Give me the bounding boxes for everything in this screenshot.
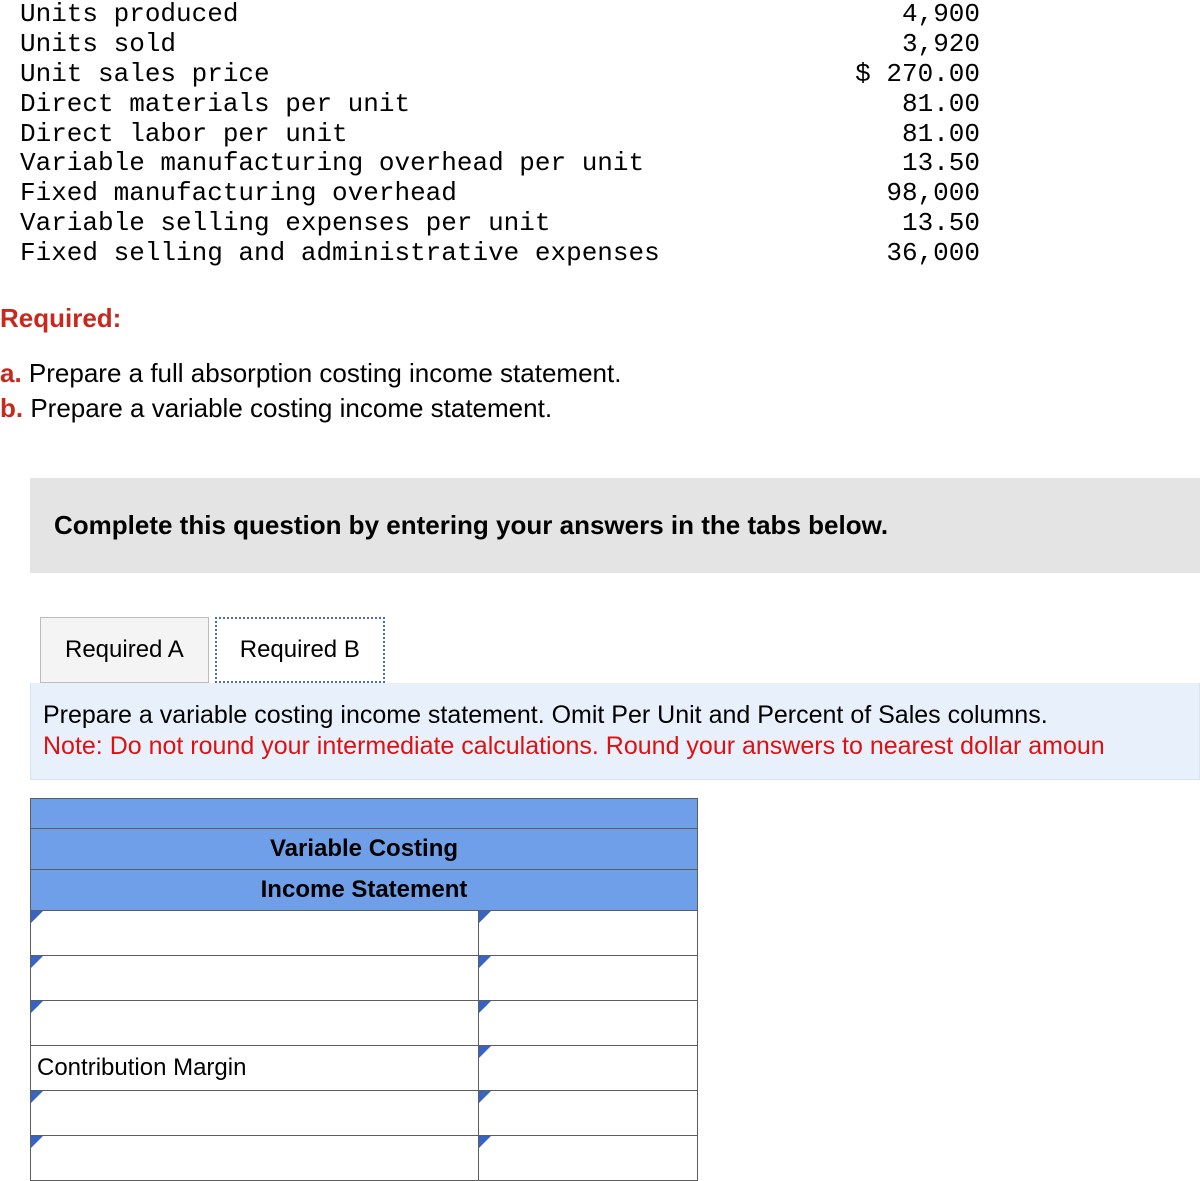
line-item-amount[interactable] — [479, 1091, 698, 1136]
requirement-a-lead: a. — [0, 358, 22, 388]
tabs-bar: Required A Required B — [30, 617, 1200, 683]
data-row: Unit sales price$ 270.00 — [0, 60, 1200, 90]
data-label: Direct labor per unit — [0, 120, 750, 150]
dropdown-icon — [479, 1046, 491, 1058]
data-row: Variable manufacturing overhead per unit… — [0, 149, 1200, 179]
data-row: Units sold3,920 — [0, 30, 1200, 60]
data-row: Fixed manufacturing overhead98,000 — [0, 179, 1200, 209]
dropdown-icon — [31, 1091, 43, 1103]
data-value: 13.50 — [750, 149, 980, 179]
requirement-a: a. Prepare a full absorption costing inc… — [0, 356, 1200, 391]
data-value: 81.00 — [750, 90, 980, 120]
tab-panel-instructions: Prepare a variable costing income statem… — [30, 683, 1200, 780]
requirement-b-lead: b. — [0, 393, 23, 423]
data-label: Variable selling expenses per unit — [0, 209, 750, 239]
data-value: 36,000 — [750, 239, 980, 269]
data-label: Units produced — [0, 0, 750, 30]
tabs-instruction: Complete this question by entering your … — [30, 478, 1200, 573]
data-value: 13.50 — [750, 209, 980, 239]
dropdown-icon — [479, 1001, 491, 1013]
required-heading: Required: — [0, 303, 1200, 334]
line-item-select[interactable] — [31, 1091, 479, 1136]
data-row: Variable selling expenses per unit13.50 — [0, 209, 1200, 239]
line-item-amount[interactable] — [479, 911, 698, 956]
tab-required-a[interactable]: Required A — [40, 617, 209, 683]
line-item-amount[interactable] — [479, 956, 698, 1001]
sheet-title-1: Variable Costing — [31, 829, 698, 870]
line-item-amount[interactable] — [479, 1001, 698, 1046]
sheet-header-bar — [31, 799, 698, 829]
requirement-b-text: Prepare a variable costing income statem… — [23, 393, 552, 423]
data-label: Fixed selling and administrative expense… — [0, 239, 750, 269]
sheet-title-2: Income Statement — [31, 870, 698, 911]
contribution-margin-amount[interactable] — [479, 1046, 698, 1091]
dropdown-icon — [31, 956, 43, 968]
line-item-select[interactable] — [31, 911, 479, 956]
data-value: 98,000 — [750, 179, 980, 209]
data-value: 81.00 — [750, 120, 980, 150]
data-label: Direct materials per unit — [0, 90, 750, 120]
data-row: Direct materials per unit81.00 — [0, 90, 1200, 120]
tab-required-b[interactable]: Required B — [215, 617, 385, 683]
dropdown-icon — [479, 956, 491, 968]
data-value: 4,900 — [750, 0, 980, 30]
answer-sheet: Variable Costing Income Statement Contri… — [30, 798, 698, 1181]
data-label: Fixed manufacturing overhead — [0, 179, 750, 209]
line-item-select[interactable] — [31, 1136, 479, 1181]
data-label: Unit sales price — [0, 60, 750, 90]
dropdown-icon — [479, 1136, 491, 1148]
dropdown-icon — [479, 1091, 491, 1103]
data-value: 3,920 — [750, 30, 980, 60]
tab-panel-note: Note: Do not round your intermediate cal… — [43, 732, 1187, 761]
dropdown-icon — [31, 1001, 43, 1013]
data-value: $ 270.00 — [750, 60, 980, 90]
data-row: Fixed selling and administrative expense… — [0, 239, 1200, 269]
data-row: Direct labor per unit81.00 — [0, 120, 1200, 150]
given-data-block: Units produced4,900 Units sold3,920 Unit… — [0, 0, 1200, 269]
dropdown-icon — [31, 1136, 43, 1148]
data-label: Variable manufacturing overhead per unit — [0, 149, 750, 179]
requirement-b: b. Prepare a variable costing income sta… — [0, 391, 1200, 426]
requirement-a-text: Prepare a full absorption costing income… — [22, 358, 622, 388]
line-item-amount[interactable] — [479, 1136, 698, 1181]
data-row: Units produced4,900 — [0, 0, 1200, 30]
dropdown-icon — [479, 911, 491, 923]
tab-panel-main-text: Prepare a variable costing income statem… — [43, 701, 1048, 729]
line-item-select[interactable] — [31, 1001, 479, 1046]
dropdown-icon — [31, 911, 43, 923]
data-label: Units sold — [0, 30, 750, 60]
contribution-margin-label: Contribution Margin — [31, 1046, 479, 1091]
line-item-select[interactable] — [31, 956, 479, 1001]
